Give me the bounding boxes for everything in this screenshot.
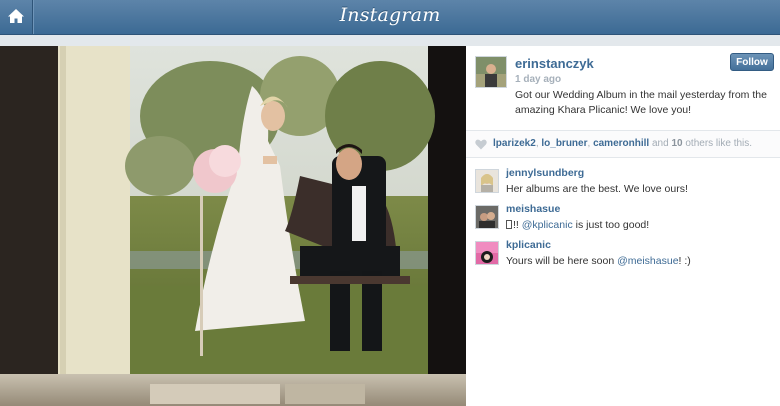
avatar-image <box>476 57 506 87</box>
comment-text: Yours will be here soon @meishasue! :) <box>506 255 691 267</box>
header-shadow-gap <box>0 35 780 46</box>
comment-avatar[interactable] <box>475 241 499 265</box>
post-username[interactable]: erinstanczyk <box>515 56 594 71</box>
comment-item: kplicanic Yours will be here soon @meish… <box>466 239 780 273</box>
liker-link[interactable]: lparizek2 <box>493 138 536 149</box>
comment-text: Her albums are the best. We love ours! <box>506 183 688 195</box>
comment-text-part: Yours will be here soon <box>506 255 618 267</box>
likes-text: lparizek2, lo_bruner, cameronhill and 10… <box>493 138 752 149</box>
comment-avatar[interactable] <box>475 169 499 193</box>
post-photo[interactable] <box>0 46 466 406</box>
comment-username[interactable]: jennylsundberg <box>506 167 584 179</box>
post-caption: Got our Wedding Album in the mail yester… <box>515 89 767 116</box>
comment-username[interactable]: meishasue <box>506 203 560 215</box>
wedding-album-photo <box>0 46 466 406</box>
comment-item: meishasue !! @kplicanic is just too good… <box>466 203 780 237</box>
likes-bar: lparizek2, lo_bruner, cameronhill and 10… <box>466 130 780 158</box>
missing-glyph-icon <box>506 220 512 229</box>
heart-icon[interactable] <box>475 139 487 150</box>
liker-link[interactable]: cameronhill <box>593 138 649 149</box>
comment-text-part: ! :) <box>678 255 691 267</box>
comment-username[interactable]: kplicanic <box>506 239 551 251</box>
top-bar: Instagram <box>0 0 780 35</box>
likes-and: and <box>649 138 672 149</box>
post-panel: erinstanczyk 1 day ago Follow Got our We… <box>466 46 780 406</box>
comment-text-part: is just too good! <box>572 219 650 231</box>
liker-link[interactable]: lo_bruner <box>541 138 587 149</box>
comment-text: !! @kplicanic is just too good! <box>506 219 649 231</box>
user-avatar[interactable] <box>475 56 507 88</box>
likes-suffix: others like this. <box>682 138 753 149</box>
post-timestamp: 1 day ago <box>515 74 562 85</box>
avatar-image <box>476 242 498 264</box>
mention-link[interactable]: @kplicanic <box>522 219 573 231</box>
comment-avatar[interactable] <box>475 205 499 229</box>
avatar-image <box>476 206 498 228</box>
avatar-image <box>476 170 498 192</box>
comment-item: jennylsundberg Her albums are the best. … <box>466 167 780 201</box>
comment-text-part: !! <box>513 219 522 231</box>
brand-logo[interactable]: Instagram <box>0 4 780 26</box>
likes-count[interactable]: 10 <box>671 138 682 149</box>
follow-button[interactable]: Follow <box>730 53 774 71</box>
mention-link[interactable]: @meishasue <box>617 255 678 267</box>
